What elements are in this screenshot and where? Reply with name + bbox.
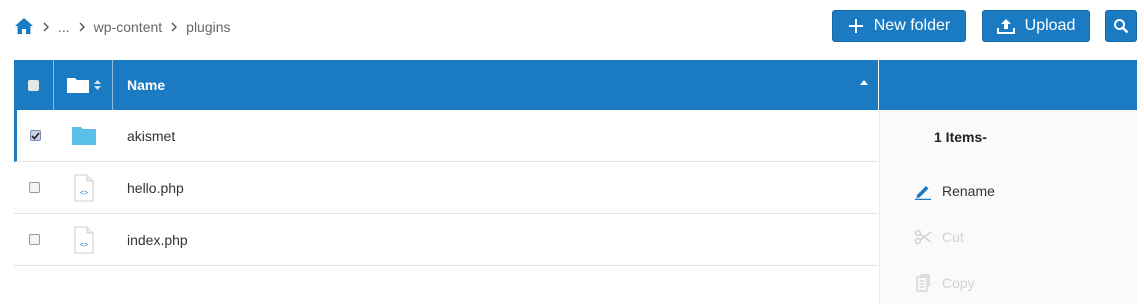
- row-checkbox-cell: [14, 234, 54, 245]
- file-table: Name akismet <> hello.php <> index.php: [14, 60, 878, 266]
- copy-label: Copy: [942, 275, 975, 291]
- chevron-right-icon: [78, 22, 86, 32]
- row-checkbox-cell: [17, 130, 54, 141]
- table-header: Name: [14, 60, 878, 110]
- file-name[interactable]: hello.php: [113, 180, 184, 196]
- upload-icon: [996, 18, 1015, 34]
- name-column-header[interactable]: Name: [113, 60, 878, 110]
- scissors-icon: [914, 228, 932, 246]
- svg-text:<>: <>: [79, 242, 87, 249]
- chevron-right-icon: [170, 22, 178, 32]
- search-icon: [1113, 18, 1129, 34]
- row-checkbox[interactable]: [28, 234, 40, 245]
- table-row[interactable]: <> hello.php: [14, 162, 878, 214]
- breadcrumb-item-plugins[interactable]: plugins: [186, 19, 230, 35]
- selection-count: 1 Items-: [934, 129, 987, 145]
- breadcrumb: ... wp-content plugins: [14, 15, 231, 39]
- rename-action[interactable]: Rename: [914, 182, 995, 200]
- side-panel: 1 Items- Rename Cut Copy: [879, 110, 1137, 304]
- row-type-cell: <>: [54, 226, 113, 254]
- rename-label: Rename: [942, 183, 995, 199]
- row-checkbox-cell: [14, 182, 54, 193]
- php-file-icon: <>: [74, 174, 94, 202]
- cut-action[interactable]: Cut: [914, 228, 964, 246]
- row-type-cell: <>: [54, 174, 113, 202]
- type-sort-header[interactable]: [54, 60, 113, 110]
- plus-icon: [848, 18, 864, 34]
- new-folder-button[interactable]: New folder: [832, 10, 966, 42]
- breadcrumb-item-wp-content[interactable]: wp-content: [94, 19, 162, 35]
- row-checkbox[interactable]: [28, 182, 40, 193]
- upload-label: Upload: [1024, 17, 1076, 34]
- select-all-checkbox[interactable]: [28, 79, 39, 91]
- folder-icon: [71, 126, 96, 145]
- select-all-checkbox-cell: [14, 60, 54, 110]
- home-icon[interactable]: [14, 17, 34, 37]
- row-checkbox[interactable]: [30, 130, 41, 141]
- chevron-right-icon: [42, 22, 50, 32]
- search-button[interactable]: [1105, 10, 1137, 42]
- side-panel-header: [879, 60, 1137, 110]
- breadcrumb-item-ellipsis[interactable]: ...: [58, 19, 70, 35]
- copy-icon: [914, 274, 932, 292]
- cut-label: Cut: [942, 229, 964, 245]
- sort-both-icon: [93, 80, 101, 90]
- folder-icon: [66, 76, 90, 94]
- name-header-label: Name: [127, 77, 166, 93]
- file-name[interactable]: index.php: [113, 232, 188, 248]
- copy-action[interactable]: Copy: [914, 274, 975, 292]
- table-row[interactable]: akismet: [14, 110, 878, 162]
- sort-ascending-icon: [860, 80, 868, 85]
- new-folder-label: New folder: [873, 17, 951, 34]
- upload-button[interactable]: Upload: [982, 10, 1090, 42]
- pencil-icon: [914, 182, 932, 200]
- svg-text:<>: <>: [79, 190, 87, 197]
- row-type-cell: [54, 126, 113, 145]
- table-row[interactable]: <> index.php: [14, 214, 878, 266]
- file-name[interactable]: akismet: [113, 128, 175, 144]
- php-file-icon: <>: [74, 226, 94, 254]
